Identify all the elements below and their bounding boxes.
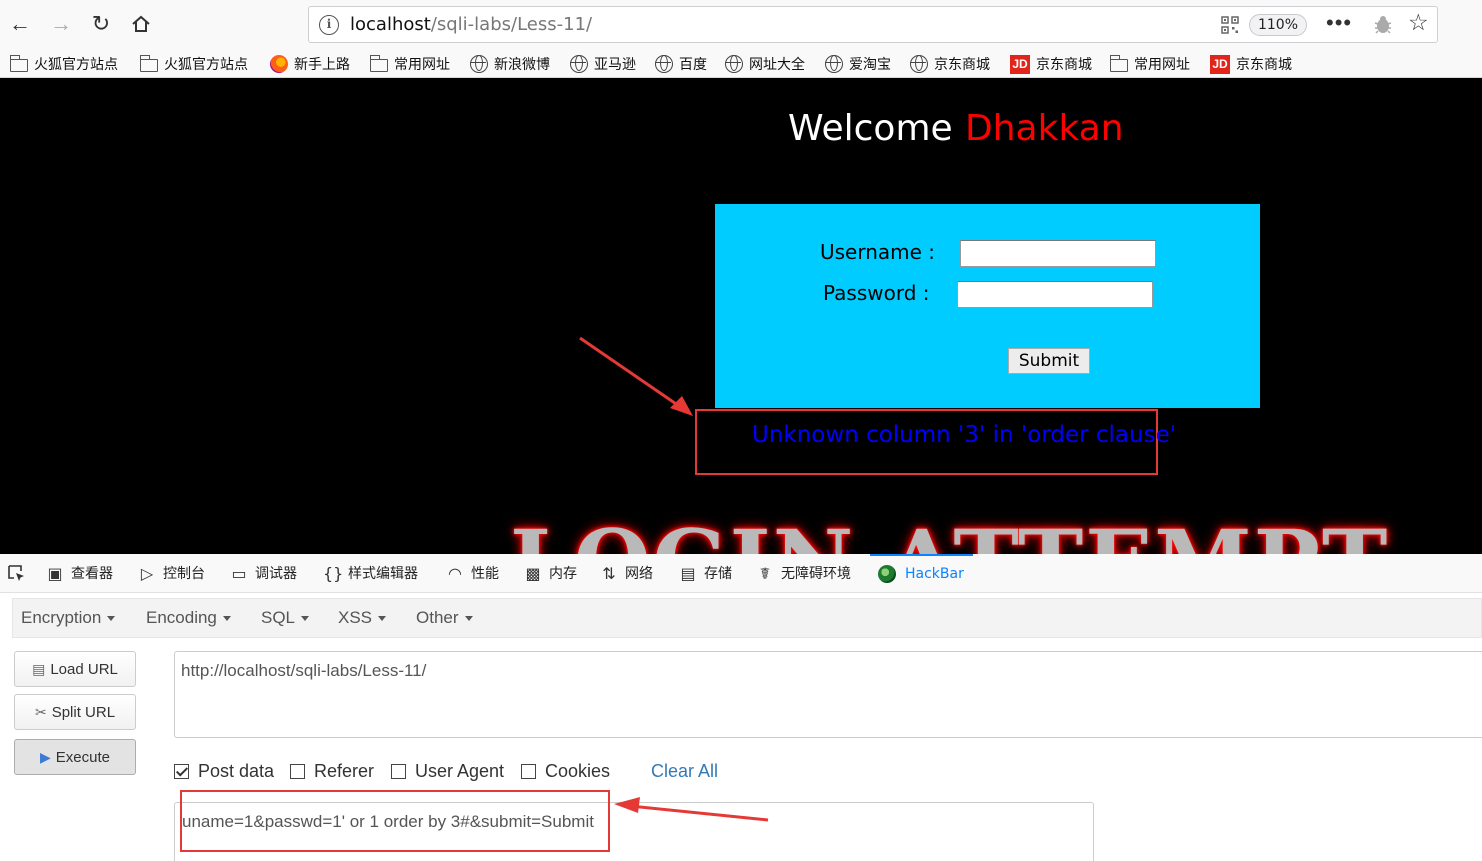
bookmark-item[interactable]: 爱淘宝 [825, 53, 891, 75]
bookmark-item[interactable]: 亚马逊 [570, 53, 636, 75]
page-content: Welcome Dhakkan Username : Password : Su… [0, 78, 1482, 554]
firefox-icon [270, 55, 288, 73]
bookmark-item[interactable]: 火狐官方站点 [139, 53, 248, 75]
url-path: /sqli-labs/Less-11/ [430, 14, 593, 35]
bookmark-item[interactable]: 新手上路 [270, 53, 350, 75]
bookmark-item[interactable]: 新浪微博 [470, 53, 550, 75]
qr-code-icon[interactable] [1221, 16, 1239, 34]
url-text[interactable]: localhost/sqli-labs/Less-11/ [350, 14, 592, 35]
globe-icon [825, 55, 843, 73]
address-bar[interactable]: i localhost/sqli-labs/Less-11/ 110% ••• … [308, 6, 1438, 43]
bookmark-label: 常用网址 [394, 57, 450, 73]
url-host: localhost [350, 14, 431, 35]
zoom-badge[interactable]: 110% [1249, 14, 1307, 36]
folder-icon [1109, 54, 1128, 72]
bookmark-item[interactable]: 京东商城 [910, 53, 990, 75]
home-icon[interactable] [126, 8, 156, 40]
bookmark-label: 新浪微博 [494, 57, 550, 73]
bookmark-item[interactable]: JD 京东商城 [1210, 53, 1292, 75]
folder-icon [139, 54, 158, 72]
bookmarks-bar: 火狐官方站点 火狐官方站点 新手上路 常用网址 新浪微博 亚马逊 百度 网址大全… [0, 50, 1482, 78]
bookmark-item[interactable]: 常用网址 [1109, 53, 1190, 75]
bookmark-label: 京东商城 [934, 57, 990, 73]
globe-icon [725, 55, 743, 73]
bookmark-label: 亚马逊 [594, 57, 636, 73]
jd-icon: JD [1010, 54, 1030, 74]
browser-toolbar: ← → ↻ i localhost/sqli-labs/Less-11/ 110… [0, 0, 1482, 50]
bookmark-label: 新手上路 [294, 57, 350, 73]
bookmark-label: 百度 [679, 57, 707, 73]
globe-icon [655, 55, 673, 73]
browser-window: ← → ↻ i localhost/sqli-labs/Less-11/ 110… [0, 0, 1482, 861]
globe-icon [570, 55, 588, 73]
bookmark-item[interactable]: 网址大全 [725, 53, 805, 75]
folder-icon [369, 54, 388, 72]
annotation-arrow [614, 797, 769, 822]
globe-icon [470, 55, 488, 73]
bookmark-label: 常用网址 [1134, 57, 1190, 73]
bookmark-label: 火狐官方站点 [164, 57, 248, 73]
bookmark-item[interactable]: 百度 [655, 53, 707, 75]
bookmark-label: 京东商城 [1236, 57, 1292, 73]
bookmark-label: 爱淘宝 [849, 57, 891, 73]
devtools-panel: ▣ 查看器 ▷ 控制台 ▭ 调试器 {} 样式编辑器 ◠ 性能 ▩ 内存 ⇅ 网络 ▤ 存储 ☤… [0, 554, 1482, 861]
reload-icon[interactable]: ↻ [86, 8, 116, 40]
bookmark-label: 火狐官方站点 [34, 57, 118, 73]
bookmark-label: 网址大全 [749, 57, 805, 73]
back-icon[interactable]: ← [5, 8, 35, 40]
folder-icon [9, 54, 28, 72]
bookmark-item[interactable]: 常用网址 [369, 53, 450, 75]
extension-bug-icon[interactable] [1373, 15, 1393, 35]
bookmark-label: 京东商城 [1036, 57, 1092, 73]
bookmark-star-icon[interactable]: ☆ [1408, 9, 1429, 36]
bookmark-item[interactable]: 火狐官方站点 [9, 53, 118, 75]
jd-icon: JD [1210, 54, 1230, 74]
annotation-arrow [579, 336, 693, 416]
more-actions-icon[interactable]: ••• [1326, 10, 1352, 36]
forward-icon[interactable]: → [46, 8, 76, 40]
bookmark-item[interactable]: JD 京东商城 [1010, 53, 1092, 75]
globe-icon [910, 55, 928, 73]
info-icon[interactable]: i [319, 15, 339, 35]
